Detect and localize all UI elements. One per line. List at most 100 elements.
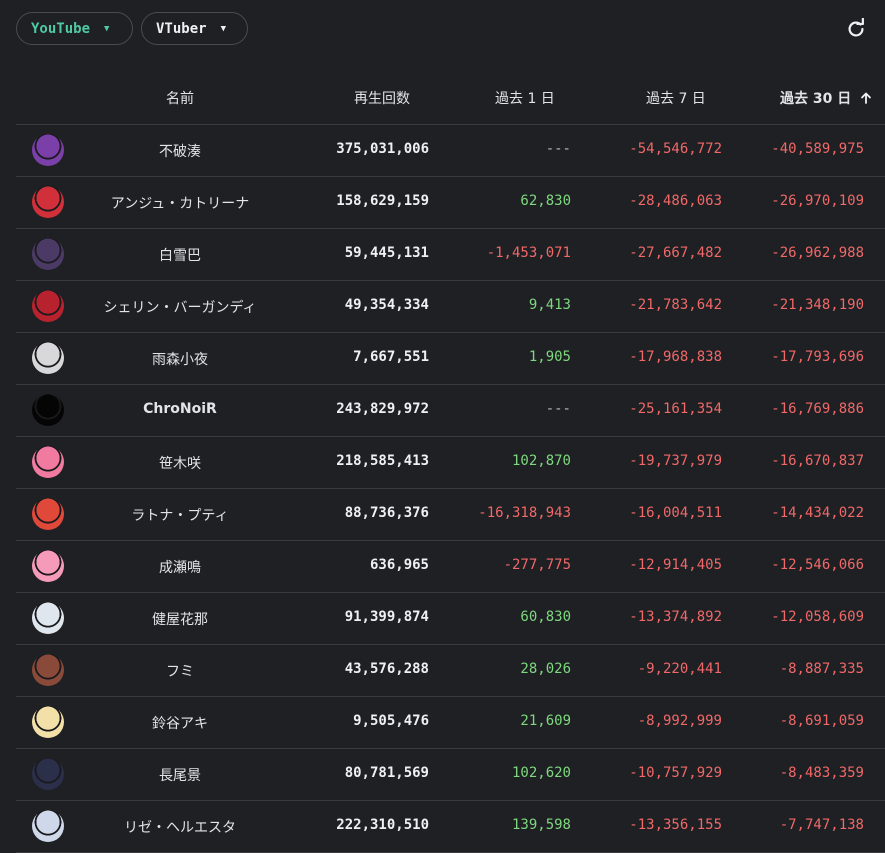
views-change-30day: -12,058,609 bbox=[771, 609, 864, 625]
arrow-up-icon bbox=[861, 92, 872, 104]
channel-name: 白雪巴 bbox=[159, 248, 201, 264]
table-row[interactable]: アンジュ・カトリーナ 158,629,159 62,830 -28,486,063 -2… bbox=[16, 177, 885, 229]
views-change-30day: -17,793,696 bbox=[771, 349, 864, 365]
channel-name: アンジュ・カトリーナ bbox=[110, 196, 250, 212]
channel-name: 不破湊 bbox=[159, 144, 201, 160]
views-change-30day: -26,962,988 bbox=[771, 245, 864, 261]
views-change-30day: -12,546,066 bbox=[771, 557, 864, 573]
total-views: 375,031,006 bbox=[336, 141, 429, 157]
views-change-1day: 21,609 bbox=[520, 713, 571, 729]
table-row[interactable]: 笹木咲 218,585,413 102,870 -19,737,979 -16,670,… bbox=[16, 437, 885, 489]
views-change-30day: -16,769,886 bbox=[771, 401, 864, 417]
views-change-7day: -25,161,354 bbox=[629, 401, 722, 417]
views-change-7day: -10,757,929 bbox=[629, 765, 722, 781]
views-change-1day: 1,905 bbox=[528, 349, 571, 365]
table-row[interactable]: シェリン・バーガンディ 49,354,334 9,413 -21,783,642 -21… bbox=[16, 281, 885, 333]
category-filter-dropdown[interactable]: VTuber ▼ bbox=[141, 12, 248, 45]
table-row[interactable]: ラトナ・プティ 88,736,376 -16,318,943 -16,004,511 -… bbox=[16, 489, 885, 541]
views-change-7day: -17,968,838 bbox=[629, 349, 722, 365]
table-row[interactable]: 長尾景 80,781,569 102,620 -10,757,929 -8,483,35… bbox=[16, 749, 885, 801]
views-change-30day: -14,434,022 bbox=[771, 505, 864, 521]
total-views: 88,736,376 bbox=[344, 505, 429, 521]
total-views: 9,505,476 bbox=[353, 713, 429, 729]
platform-filter-dropdown[interactable]: YouTube ▼ bbox=[16, 12, 133, 45]
channel-name: 笹木咲 bbox=[159, 456, 201, 472]
platform-filter-label: YouTube bbox=[31, 20, 91, 37]
views-change-1day: -16,318,943 bbox=[478, 505, 571, 521]
views-change-1day: 139,598 bbox=[511, 817, 571, 833]
channel-name: フミ bbox=[166, 664, 194, 680]
views-change-30day: -40,589,975 bbox=[771, 141, 864, 157]
category-filter-label: VTuber bbox=[156, 20, 207, 37]
column-header-views[interactable]: 再生回数 bbox=[354, 88, 410, 108]
views-change-1day: 62,830 bbox=[520, 193, 571, 209]
views-change-7day: -21,783,642 bbox=[629, 297, 722, 313]
views-change-30day: -21,348,190 bbox=[771, 297, 864, 313]
table-row[interactable]: 健屋花那 91,399,874 60,830 -13,374,892 -12,058,6… bbox=[16, 593, 885, 645]
views-change-30day: -8,483,359 bbox=[779, 765, 864, 781]
views-change-7day: -9,220,441 bbox=[637, 661, 722, 677]
table-row[interactable]: リゼ・ヘルエスタ 222,310,510 139,598 -13,356,155 -7,… bbox=[16, 801, 885, 853]
views-change-1day: --- bbox=[545, 401, 571, 417]
total-views: 59,445,131 bbox=[344, 245, 429, 261]
caret-down-icon: ▼ bbox=[104, 23, 110, 34]
views-change-1day: 102,620 bbox=[511, 765, 571, 781]
column-header-30day-label: 過去 30 日 bbox=[780, 91, 852, 107]
views-change-1day: 9,413 bbox=[528, 297, 571, 313]
table-row[interactable]: 雨森小夜 7,667,551 1,905 -17,968,838 -17,793,696 bbox=[16, 333, 885, 385]
column-header-7day[interactable]: 過去 7 日 bbox=[646, 88, 706, 108]
total-views: 49,354,334 bbox=[344, 297, 429, 313]
views-change-1day: -1,453,071 bbox=[486, 245, 571, 261]
views-change-7day: -8,992,999 bbox=[637, 713, 722, 729]
total-views: 222,310,510 bbox=[336, 817, 429, 833]
table-row[interactable]: 成瀬鳴 636,965 -277,775 -12,914,405 -12,546,066 bbox=[16, 541, 885, 593]
column-header-1day[interactable]: 過去 1 日 bbox=[495, 88, 555, 108]
total-views: 7,667,551 bbox=[353, 349, 429, 365]
views-change-30day: -8,887,335 bbox=[779, 661, 864, 677]
total-views: 91,399,874 bbox=[344, 609, 429, 625]
total-views: 243,829,972 bbox=[336, 401, 429, 417]
views-change-1day: 60,830 bbox=[520, 609, 571, 625]
views-change-7day: -13,374,892 bbox=[629, 609, 722, 625]
channel-name: ChroNoiR bbox=[143, 401, 217, 417]
views-change-7day: -54,546,772 bbox=[629, 141, 722, 157]
total-views: 43,576,288 bbox=[344, 661, 429, 677]
views-change-7day: -13,356,155 bbox=[629, 817, 722, 833]
toolbar: YouTube ▼ VTuber ▼ bbox=[0, 0, 885, 58]
views-change-1day: 102,870 bbox=[511, 453, 571, 469]
ranking-table: 名前 再生回数 過去 1 日 過去 7 日 過去 30 日 不破湊 375,031… bbox=[16, 70, 885, 853]
table-row[interactable]: 白雪巴 59,445,131 -1,453,071 -27,667,482 -26,96… bbox=[16, 229, 885, 281]
views-change-1day: -277,775 bbox=[503, 557, 571, 573]
column-header-30day[interactable]: 過去 30 日 bbox=[780, 88, 872, 108]
table-row[interactable]: ChroNoiR 243,829,972 --- -25,161,354 -16,769… bbox=[16, 385, 885, 437]
channel-name: リゼ・ヘルエスタ bbox=[124, 820, 236, 836]
table-body: 不破湊 375,031,006 --- -54,546,772 -40,589,975 ア… bbox=[16, 125, 885, 853]
views-change-1day: --- bbox=[545, 141, 571, 157]
caret-down-icon: ▼ bbox=[220, 23, 226, 34]
views-change-7day: -27,667,482 bbox=[629, 245, 722, 261]
table-row[interactable]: 鈴谷アキ 9,505,476 21,609 -8,992,999 -8,691,059 bbox=[16, 697, 885, 749]
table-header: 名前 再生回数 過去 1 日 過去 7 日 過去 30 日 bbox=[16, 70, 885, 125]
total-views: 636,965 bbox=[369, 557, 429, 573]
views-change-30day: -8,691,059 bbox=[779, 713, 864, 729]
channel-name: 雨森小夜 bbox=[152, 352, 208, 368]
channel-name: 長尾景 bbox=[159, 768, 201, 784]
channel-name: シェリン・バーガンディ bbox=[103, 300, 257, 316]
channel-name: 鈴谷アキ bbox=[152, 716, 208, 732]
table-row[interactable]: 不破湊 375,031,006 --- -54,546,772 -40,589,975 bbox=[16, 125, 885, 177]
views-change-30day: -16,670,837 bbox=[771, 453, 864, 469]
refresh-icon[interactable] bbox=[845, 18, 867, 40]
views-change-7day: -19,737,979 bbox=[629, 453, 722, 469]
total-views: 218,585,413 bbox=[336, 453, 429, 469]
views-change-7day: -16,004,511 bbox=[629, 505, 722, 521]
total-views: 158,629,159 bbox=[336, 193, 429, 209]
views-change-30day: -7,747,138 bbox=[779, 817, 864, 833]
table-row[interactable]: フミ 43,576,288 28,026 -9,220,441 -8,887,335 bbox=[16, 645, 885, 697]
total-views: 80,781,569 bbox=[344, 765, 429, 781]
channel-name: 健屋花那 bbox=[152, 612, 208, 628]
channel-name: ラトナ・プティ bbox=[131, 508, 229, 524]
views-change-7day: -12,914,405 bbox=[629, 557, 722, 573]
column-header-name[interactable]: 名前 bbox=[166, 88, 194, 108]
channel-name: 成瀬鳴 bbox=[159, 560, 201, 576]
views-change-7day: -28,486,063 bbox=[629, 193, 722, 209]
